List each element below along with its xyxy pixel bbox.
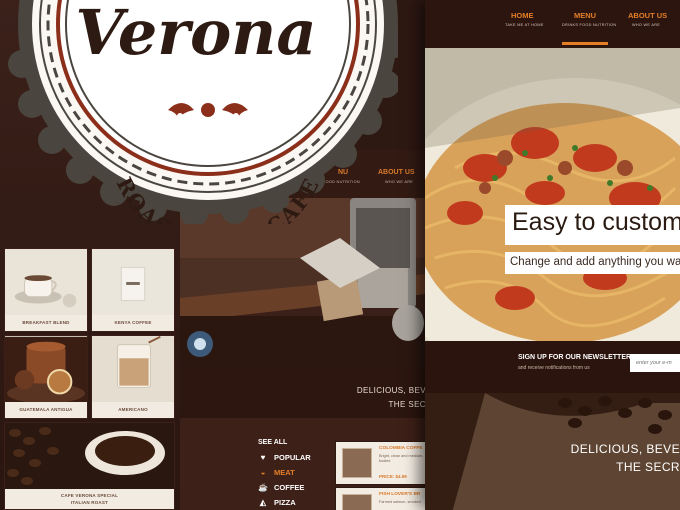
newsletter-email-input[interactable] [630, 354, 680, 372]
product-tile-caption: AMERICANO [92, 402, 174, 418]
newsletter-title: SIGN UP FOR OUR NEWSLETTER [518, 354, 632, 361]
product-tile-americano[interactable]: AMERICANO [91, 335, 175, 419]
nav-sub-home: TAKE ME AT HOME [505, 23, 544, 27]
verona-logo-badge: Verona ROASTERS & CAFE [8, 0, 398, 224]
caption-line: ITALIAN ROAST [70, 500, 108, 505]
pizza-icon: ◭ [259, 498, 267, 507]
nav-item-home[interactable]: HOME [511, 11, 534, 20]
cup-icon: ☕ [258, 483, 268, 492]
category-label: MEAT [274, 468, 295, 477]
category-label: PIZZA [274, 498, 296, 507]
category-popular[interactable]: ♥ POPULAR [258, 453, 311, 462]
newsletter-subtitle: and receive notifications from us [518, 365, 590, 371]
product-tile-caption: BREAKFAST BLEND [5, 315, 87, 331]
middle-tagline-band: DELICIOUS, BEV THE SEC [180, 368, 426, 418]
latte-photo [92, 336, 174, 404]
category-pizza[interactable]: ◭ PIZZA [258, 498, 296, 507]
tagline-line: DELICIOUS, BEVE [570, 442, 680, 456]
categories-heading[interactable]: SEE ALL [258, 439, 287, 446]
product-tile-breakfast-blend[interactable]: BREAKFAST BLEND [4, 248, 88, 332]
menu-card-desc: Bright, clean and medium-bodied [379, 454, 424, 463]
right-tagline-section: DELICIOUS, BEVE THE SECR [425, 393, 680, 510]
pasta-bolognese-photo [425, 48, 680, 341]
menu-card-desc: Farmed salmon, smoked [379, 500, 421, 504]
menu-card-thumb [342, 494, 372, 510]
category-meat[interactable]: ◒ MEAT [258, 468, 295, 477]
tagline-line: THE SECR [616, 460, 680, 474]
hero-subtitle: Change and add anything you want ea [510, 256, 680, 268]
newsletter-bar: SIGN UP FOR OUR NEWSLETTER and receive n… [425, 341, 680, 393]
right-nav-bar: HOME TAKE ME AT HOME MENU DRINKS FOOD NU… [425, 0, 680, 48]
coffee-beans-photo [5, 423, 174, 491]
nav-item-menu[interactable]: MENU [574, 11, 596, 20]
tagline-line: THE SEC [388, 400, 426, 409]
category-coffee[interactable]: ☕ COFFEE [258, 483, 304, 492]
tagline-line: DELICIOUS, BEV [356, 386, 426, 395]
product-tile-caption: KENYA COFFEE [92, 315, 174, 331]
menu-card-title: COLOMBIA COFFE [379, 446, 423, 451]
bowl-icon: ◒ [260, 468, 266, 477]
menu-card-fish-lovers[interactable]: FISH LOVER'S BR Farmed salmon, smoked [335, 487, 427, 510]
hero-title: Easy to custom [512, 208, 680, 236]
nav-item-about[interactable]: ABOUT US [628, 11, 667, 20]
product-tile-guatemala-antigua[interactable]: GUATEMALA ANTIGUA [4, 335, 88, 419]
ornament-icon [168, 103, 248, 119]
nav-sub-about: WHO WE ARE [632, 23, 661, 27]
menu-card-colombia[interactable]: COLOMBIA COFFE Bright, clean and medium-… [335, 441, 427, 485]
nav-active-indicator [562, 42, 608, 45]
product-tile-caption: GUATEMALA ANTIGUA [5, 402, 87, 418]
menu-card-thumb [342, 448, 372, 478]
nav-sub-menu: DRINKS FOOD NUTRITION [562, 23, 617, 27]
product-tile-cafe-verona-special[interactable]: CAFE VERONA SPECIAL ITALIAN ROAST [4, 422, 175, 510]
coffee-cup-photo [5, 249, 87, 317]
menu-card-price: PRICE: $4.99 [379, 474, 407, 479]
logo-name: Verona [75, 0, 316, 69]
hero-slider-image[interactable] [425, 48, 680, 341]
caption-line: CAFE VERONA SPECIAL [60, 493, 119, 498]
menu-card-title: FISH LOVER'S BR [379, 492, 421, 497]
product-tile-caption: CAFE VERONA SPECIAL ITALIAN ROAST [5, 489, 174, 509]
product-tile-kenya-coffee[interactable]: KENYA COFFEE [91, 248, 175, 332]
coffee-bag-photo [92, 249, 174, 317]
category-label: COFFEE [274, 483, 305, 492]
heart-icon: ♥ [260, 453, 266, 462]
coffee-tin-photo [5, 336, 87, 404]
category-label: POPULAR [274, 453, 311, 462]
